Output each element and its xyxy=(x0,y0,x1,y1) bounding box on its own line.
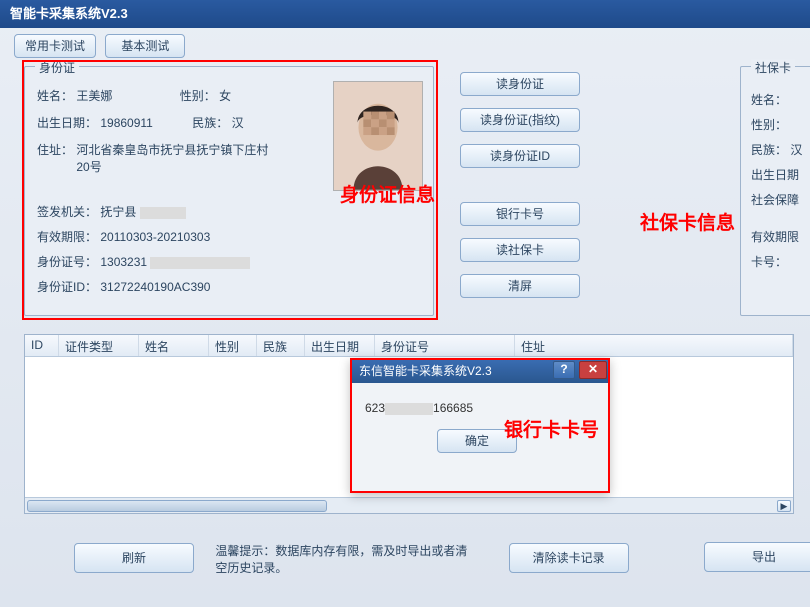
dialog-ok-button[interactable]: 确定 xyxy=(437,429,517,453)
name-label: 姓名： xyxy=(37,87,73,104)
name-value: 王美娜 xyxy=(76,87,112,104)
tip-text: 温馨提示：数据库内存有限，需及时导出或者清空历史记录。 xyxy=(215,542,475,576)
basic-test-button[interactable]: 基本测试 xyxy=(105,34,185,58)
refresh-button[interactable]: 刷新 xyxy=(74,543,194,573)
issuer-label: 签发机关： xyxy=(37,203,97,220)
action-column: 读身份证 读身份证(指纹) 读身份证ID 银行卡号 读社保卡 清屏 xyxy=(460,72,590,310)
th-ethnic[interactable]: 民族 xyxy=(257,335,305,356)
dialog-help-icon[interactable]: ? xyxy=(553,361,575,379)
dialog-titlebar[interactable]: 东信智能卡采集系统V2.3 ? ✕ xyxy=(351,359,609,383)
dob-label: 出生日期： xyxy=(37,114,97,131)
address-label: 住址： xyxy=(37,141,73,158)
th-idno[interactable]: 身份证号 xyxy=(375,335,515,356)
bank-card-dialog: 东信智能卡采集系统V2.3 ? ✕ 623 166685 确定 xyxy=(350,358,610,493)
th-gender[interactable]: 性别 xyxy=(209,335,257,356)
dob-value: 19860911 xyxy=(100,116,153,130)
common-card-test-button[interactable]: 常用卡测试 xyxy=(14,34,96,58)
bank-card-number-prefix: 623 xyxy=(365,401,385,415)
read-id-button[interactable]: 读身份证 xyxy=(460,72,580,96)
social-name-label: 姓名： xyxy=(751,93,787,107)
tip-label: 温馨提示： xyxy=(215,544,275,558)
dialog-close-icon[interactable]: ✕ xyxy=(579,361,607,379)
ethnic-value: 汉 xyxy=(232,114,244,131)
bank-card-number-suffix: 166685 xyxy=(433,401,473,415)
social-cardno-label: 卡号： xyxy=(751,255,787,269)
annotation-social-info: 社保卡信息 xyxy=(640,208,735,235)
read-id-id-button[interactable]: 读身份证ID xyxy=(460,144,580,168)
cardid-value: 31272240190AC390 xyxy=(100,280,210,294)
issuer-value: 抚宁县 xyxy=(100,203,136,220)
id-photo xyxy=(333,81,423,191)
top-toolbar: 常用卡测试 基本测试 xyxy=(0,28,810,62)
window-titlebar: 智能卡采集系统V2.3 xyxy=(0,0,810,28)
social-gender-label: 性别： xyxy=(751,118,787,132)
scrollbar-thumb[interactable] xyxy=(27,500,327,512)
read-social-card-button[interactable]: 读社保卡 xyxy=(460,238,580,262)
ethnic-label: 民族： xyxy=(192,114,228,131)
social-ethnic-value: 汉 xyxy=(790,143,802,157)
dialog-title: 东信智能卡采集系统V2.3 xyxy=(359,364,492,378)
cardid-label: 身份证ID： xyxy=(37,278,97,295)
gender-value: 女 xyxy=(219,87,231,104)
social-dob-label: 出生日期 xyxy=(751,168,799,182)
social-ethnic-label: 民族： xyxy=(751,143,787,157)
th-name[interactable]: 姓名 xyxy=(139,335,209,356)
address-value: 河北省秦皇岛市抚宁县抚宁镇下庄村20号 xyxy=(76,141,276,175)
gender-label: 性别： xyxy=(180,87,216,104)
issuer-redaction xyxy=(140,207,186,219)
records-table-header: ID 证件类型 姓名 性别 民族 出生日期 身份证号 住址 xyxy=(25,335,793,357)
bottom-bar: 刷新 温馨提示：数据库内存有限，需及时导出或者清空历史记录。 清除读卡记录 导出 xyxy=(0,534,810,584)
th-id[interactable]: ID xyxy=(25,335,59,356)
bank-card-no-button[interactable]: 银行卡号 xyxy=(460,202,580,226)
table-horizontal-scrollbar[interactable]: ▶ xyxy=(25,497,793,513)
valid-value: 20110303-20210303 xyxy=(100,230,210,244)
th-card-type[interactable]: 证件类型 xyxy=(59,335,139,356)
idno-value-prefix: 1303231 xyxy=(100,255,147,269)
window-title: 智能卡采集系统V2.3 xyxy=(10,6,128,21)
social-card-legend: 社保卡 xyxy=(751,59,795,76)
bank-card-number-redaction xyxy=(385,403,433,415)
social-ssn-label: 社会保障 xyxy=(751,193,799,207)
clear-records-button[interactable]: 清除读卡记录 xyxy=(509,543,629,573)
idno-label: 身份证号： xyxy=(37,253,97,270)
bank-card-number: 623 166685 xyxy=(365,401,595,415)
social-valid-label: 有效期限 xyxy=(751,230,799,244)
th-address[interactable]: 住址 xyxy=(515,335,793,356)
social-card-group: 社保卡 姓名： 性别： 民族： 汉 出生日期 社会保障 有效期限 卡号： xyxy=(740,66,810,316)
export-button[interactable]: 导出 xyxy=(704,542,810,572)
id-card-group: 身份证 姓名： 王美娜 性别： 女 出生日期： 19860911 民族： 汉 住… xyxy=(24,66,434,316)
idno-redaction xyxy=(150,257,250,269)
valid-label: 有效期限： xyxy=(37,228,97,245)
clear-screen-button[interactable]: 清屏 xyxy=(460,274,580,298)
th-dob[interactable]: 出生日期 xyxy=(305,335,375,356)
read-id-fingerprint-button[interactable]: 读身份证(指纹) xyxy=(460,108,580,132)
scroll-right-arrow-icon[interactable]: ▶ xyxy=(777,500,791,512)
